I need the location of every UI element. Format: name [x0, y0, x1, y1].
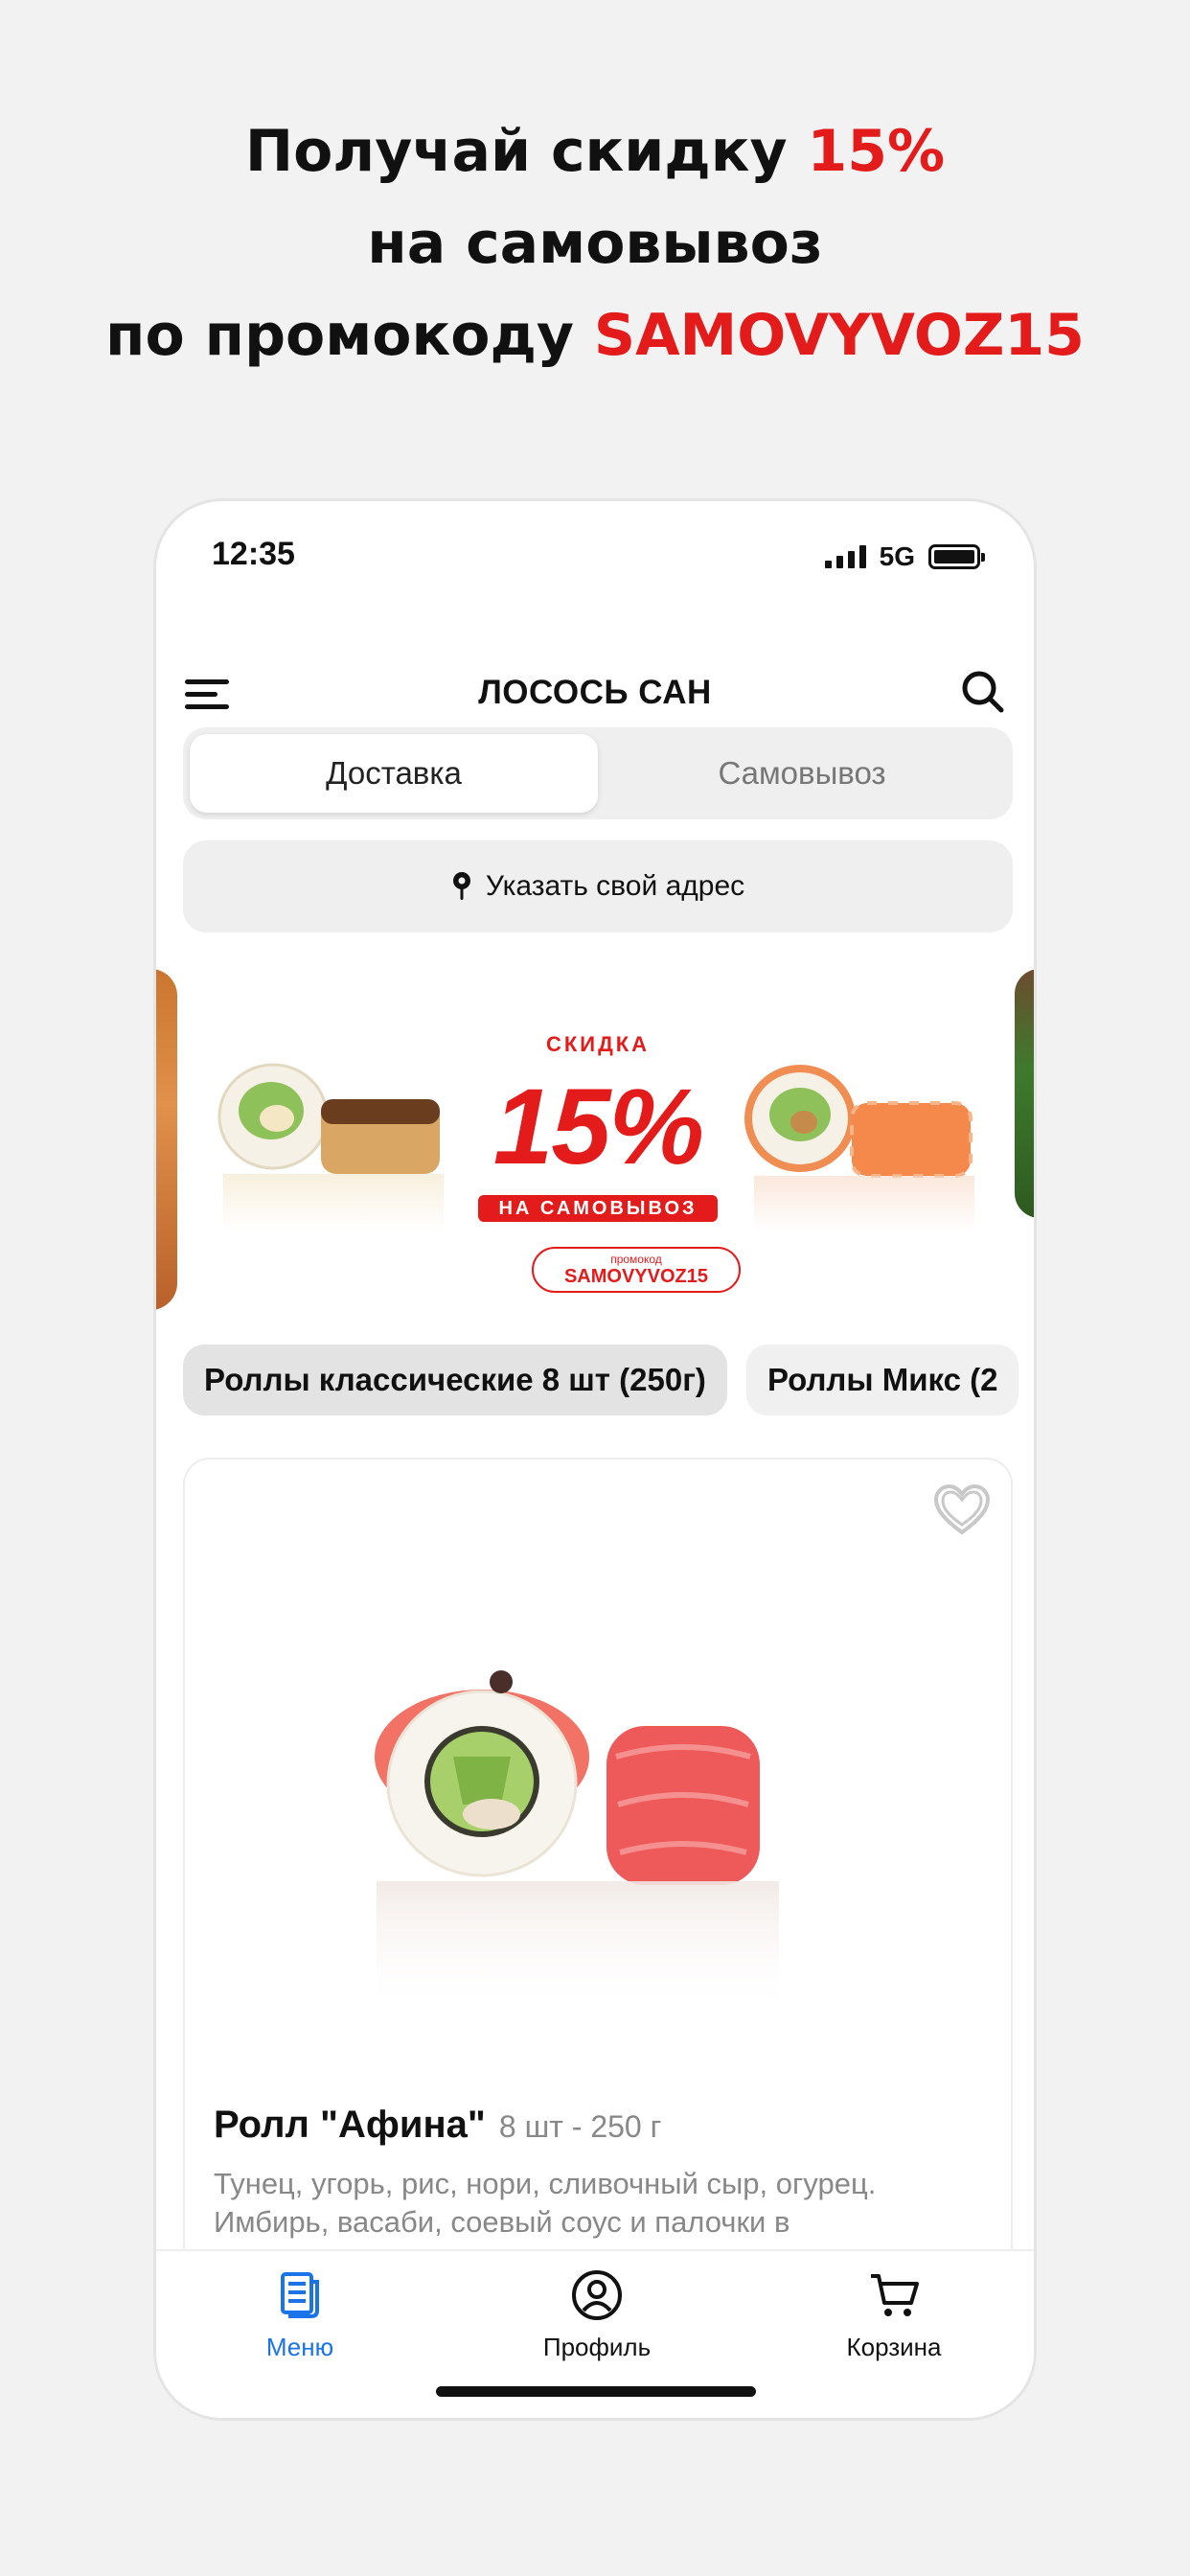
product-name: Ролл "Афина" — [214, 2104, 486, 2146]
tab-menu-label: Меню — [265, 2333, 334, 2361]
banner-promo-label: промокод — [610, 1253, 662, 1266]
headline-line-3: по промокоду SAMOVYVOZ15 — [0, 289, 1190, 381]
status-indicators: 5G — [824, 541, 985, 572]
phone-frame: 12:35 5G ЛОСОСЬ САН Доставка Самовывоз У… — [153, 498, 1037, 2421]
bottom-tab-bar: Меню Профиль Корзина — [156, 2249, 1034, 2418]
promo-carousel[interactable]: СКИДКА 15% НА САМОВЫВОЗ промокод SAMOVYV… — [156, 969, 1034, 1314]
promo-banner[interactable]: СКИДКА 15% НА САМОВЫВОЗ промокод SAMOVYV… — [198, 969, 997, 1310]
location-pin-icon — [452, 872, 470, 900]
tab-cart[interactable]: Корзина — [798, 2268, 990, 2362]
product-description: Тунец, угорь, рис, нори, сливочный сыр, … — [214, 2167, 877, 2239]
app-bar: ЛОСОСЬ САН — [156, 645, 1034, 741]
headline-line-1: Получай скидку 15% — [0, 105, 1190, 197]
status-time: 12:35 — [212, 536, 295, 572]
banner-promo-code: SAMOVYVOZ15 — [563, 1266, 709, 1287]
menu-doc-icon — [281, 2272, 319, 2318]
product-image — [375, 1670, 779, 2015]
network-type: 5G — [879, 541, 915, 571]
banner-discount-caption: СКИДКА — [545, 1032, 651, 1056]
headline-promo-code: SAMOVYVOZ15 — [593, 302, 1085, 369]
banner-discount-value: 15% — [492, 1067, 704, 1186]
cart-icon — [871, 2274, 919, 2316]
tab-pickup[interactable]: Самовывоз — [598, 734, 1006, 813]
headline-line-3-text: по промокоду — [105, 302, 594, 369]
status-bar: 12:35 5G — [156, 501, 1034, 616]
banner-pickup-strip: НА САМОВЫВОЗ — [478, 1195, 718, 1222]
battery-icon — [928, 544, 985, 569]
tab-menu[interactable]: Меню — [204, 2268, 396, 2362]
delivery-mode-toggle: Доставка Самовывоз — [183, 727, 1013, 819]
set-address-button[interactable]: Указать свой адрес — [183, 840, 1013, 932]
headline-line-1-text: Получай скидку — [244, 118, 808, 185]
product-card[interactable]: Ролл "Афина" 8 шт - 250 г Тунец, угорь, р… — [183, 1458, 1013, 2320]
tab-cart-label: Корзина — [846, 2333, 942, 2361]
favorite-heart-icon[interactable] — [932, 1483, 992, 1538]
previous-banner-peek[interactable] — [156, 969, 177, 1310]
banner-promo-code-badge: промокод SAMOVYVOZ15 — [532, 1247, 741, 1293]
app-title: ЛОСОСЬ САН — [478, 674, 712, 711]
profile-icon — [572, 2270, 622, 2320]
headline-discount: 15% — [807, 118, 946, 185]
promo-headline: Получай скидку 15% на самовывоз по промо… — [0, 105, 1190, 381]
category-chip-classic-rolls[interactable]: Роллы классические 8 шт (250г) — [183, 1345, 727, 1415]
next-banner-peek[interactable] — [1015, 969, 1034, 1218]
headline-line-2: на самовывоз — [367, 210, 823, 277]
tab-delivery[interactable]: Доставка — [190, 734, 598, 813]
category-chips: Роллы классические 8 шт (250г) Роллы Мик… — [183, 1345, 1034, 1417]
set-address-label: Указать свой адрес — [485, 870, 745, 902]
product-title[interactable]: Ролл "Афина" 8 шт - 250 г — [214, 2104, 661, 2147]
product-portion: 8 шт - 250 г — [498, 2109, 662, 2144]
category-chip-mix-rolls[interactable]: Роллы Микс (2 — [745, 1345, 1019, 1415]
tab-profile[interactable]: Профиль — [501, 2268, 693, 2362]
tab-profile-label: Профиль — [542, 2333, 652, 2361]
signal-icon — [824, 545, 866, 568]
search-icon[interactable] — [957, 666, 1009, 718]
home-indicator[interactable] — [436, 2386, 756, 2397]
